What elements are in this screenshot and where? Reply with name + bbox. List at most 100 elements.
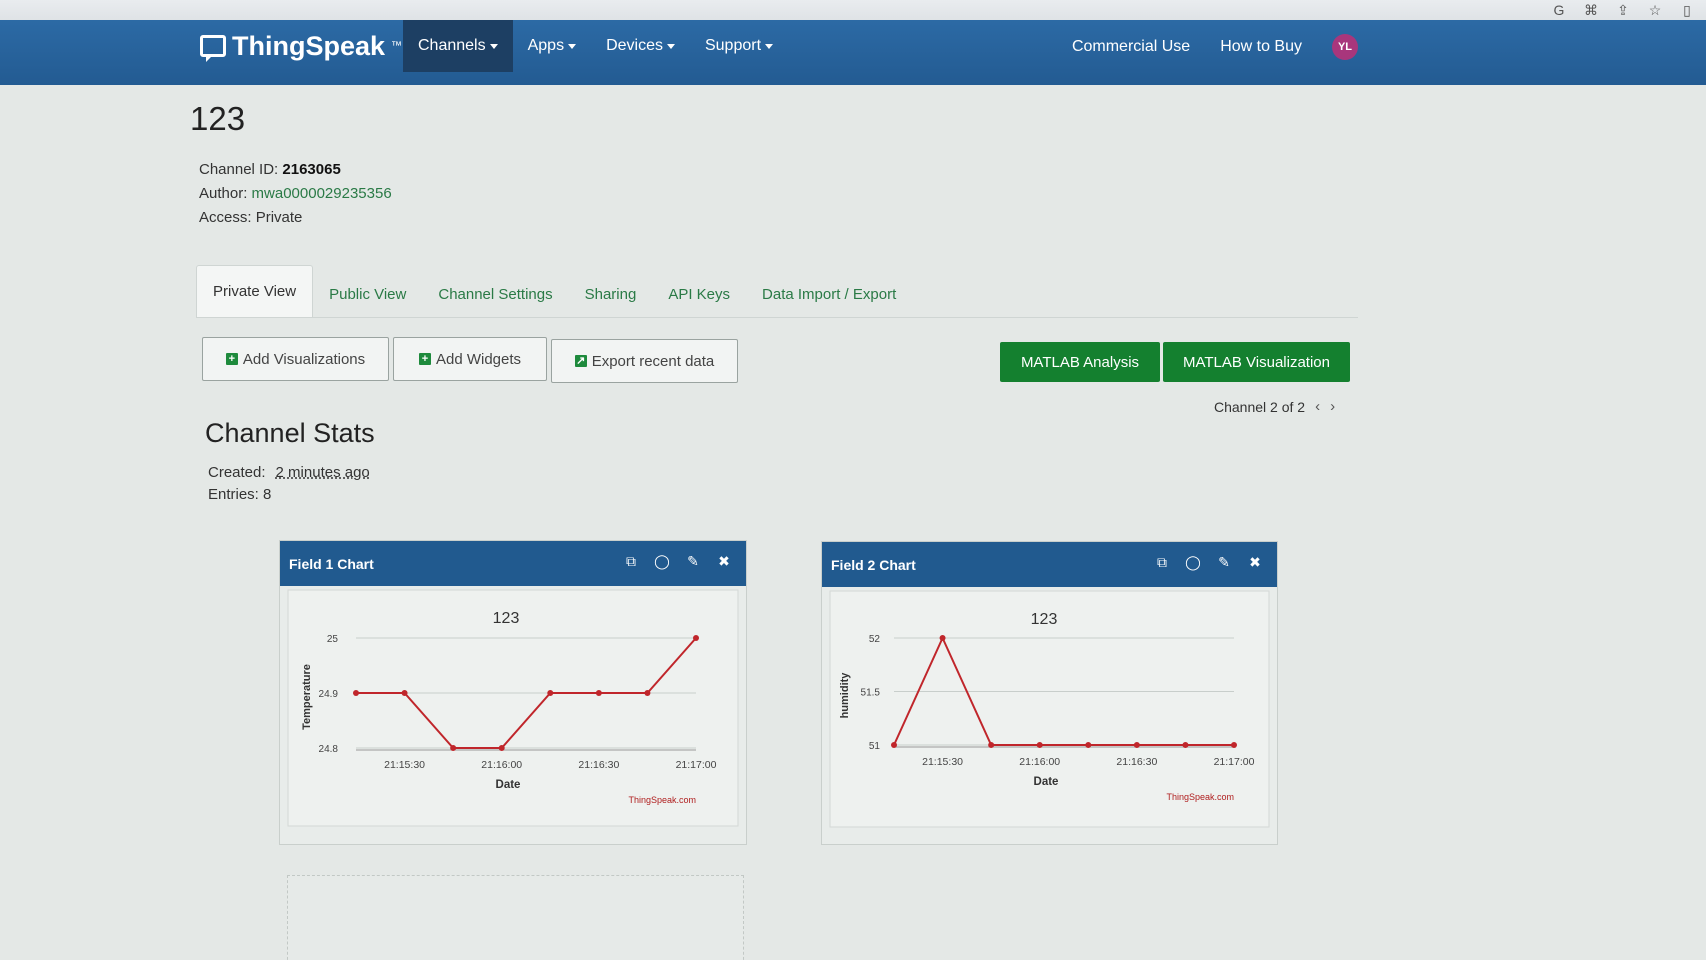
field-1-chart-title: Field 1 Chart [289, 555, 374, 572]
data-point [1036, 742, 1043, 748]
caret-down-icon [666, 43, 675, 49]
field-2-chart-tools: ⧉ ◯ ✎ ✖ [1154, 554, 1263, 571]
y-axis-label: humidity [839, 672, 851, 719]
caret-down-icon [568, 43, 577, 49]
access-row: Access: Private [199, 209, 303, 226]
data-point [401, 690, 408, 696]
brand-logo[interactable]: ThingSpeak ™ [200, 28, 402, 64]
star-icon[interactable]: ☆ [1646, 2, 1664, 19]
top-navbar: ThingSpeak ™ Channels Apps Devices Suppo… [0, 20, 1706, 85]
x-axis-label: Date [1034, 776, 1059, 788]
y-tick-label: 25 [327, 634, 339, 645]
sidebar-icon[interactable]: ▯ [1678, 2, 1696, 19]
caret-down-icon [489, 43, 498, 49]
field-1-chart-plot: 123 24.8 24.9 25 21:15:30 21:16:00 21:16:30 21:… [287, 589, 739, 827]
tab-sharing[interactable]: Sharing [569, 271, 653, 317]
field-1-chart-tools: ⧉ ◯ ✎ ✖ [623, 553, 732, 570]
close-icon[interactable]: ✖ [1247, 554, 1263, 571]
channel-pager: Channel 2 of 2 ‹ › [1214, 398, 1335, 415]
tab-private-view[interactable]: Private View [196, 265, 314, 317]
export-recent-data-button[interactable]: ↗ Export recent data [551, 339, 738, 383]
matlab-visualization-button[interactable]: MATLAB Visualization [1163, 342, 1350, 382]
author-row: Author: mwa0000029235356 [199, 185, 392, 202]
commercial-use-link[interactable]: Commercial Use [1072, 38, 1190, 56]
data-point [1182, 742, 1189, 748]
browser-toolbar: G ⌘ ⇪ ☆ ▯ [0, 0, 1706, 20]
channel-tabs: Private View Public View Channel Setting… [196, 264, 1358, 318]
caret-down-icon [765, 43, 774, 49]
x-tick-label: 21:17:00 [676, 759, 717, 771]
google-icon[interactable]: G [1550, 2, 1568, 19]
tab-api-keys[interactable]: API Keys [652, 271, 746, 317]
how-to-buy-link[interactable]: How to Buy [1220, 38, 1302, 56]
data-point [1133, 742, 1140, 748]
translate-icon[interactable]: ⌘ [1582, 2, 1600, 19]
field-2-chart-plot: 123 51 51.5 52 21:15:30 21:16:00 21:16:30 21:17… [829, 590, 1270, 828]
x-tick-label: 21:15:30 [384, 759, 425, 771]
data-point [450, 745, 457, 751]
nav-devices[interactable]: Devices [591, 20, 690, 72]
chart-title: 123 [1031, 611, 1058, 628]
data-point [498, 745, 505, 751]
x-tick-label: 21:16:00 [1019, 756, 1060, 768]
channel-id: 2163065 [282, 161, 341, 178]
add-widgets-button[interactable]: + Add Widgets [393, 337, 547, 381]
channel-meta: Channel ID: 2163065 Author: mwa000002923… [199, 158, 392, 230]
x-tick-label: 21:16:00 [481, 759, 522, 771]
field-1-chart-card: Field 1 Chart ⧉ ◯ ✎ ✖ 123 24.8 24.9 25 21:15… [279, 540, 747, 845]
tab-data-import-export[interactable]: Data Import / Export [746, 271, 912, 317]
x-axis-label: Date [496, 779, 521, 791]
tab-public-view[interactable]: Public View [313, 271, 422, 317]
author-link[interactable]: mwa0000029235356 [252, 185, 392, 202]
data-point [1085, 742, 1092, 748]
speech-bubble-icon [200, 35, 226, 62]
plus-icon: + [225, 353, 238, 365]
nav-channels[interactable]: Channels [403, 20, 513, 72]
data-point [939, 635, 946, 641]
nav-right: Commercial Use How to Buy YL [1072, 34, 1358, 60]
share-icon[interactable]: ⇪ [1614, 2, 1632, 19]
chevron-left-icon[interactable]: ‹ [1315, 398, 1320, 415]
export-icon: ↗ [574, 354, 587, 367]
data-point [595, 690, 602, 696]
y-tick-label: 51.5 [861, 688, 881, 699]
external-link-icon[interactable]: ⧉ [623, 553, 639, 570]
data-point [644, 690, 651, 696]
x-tick-label: 21:16:30 [578, 759, 619, 771]
pencil-icon[interactable]: ✎ [685, 553, 701, 570]
x-tick-label: 21:16:30 [1116, 756, 1157, 768]
comment-icon[interactable]: ◯ [1185, 554, 1201, 571]
nav-apps[interactable]: Apps [513, 20, 591, 72]
pencil-icon[interactable]: ✎ [1216, 554, 1232, 571]
channel-id-row: Channel ID: 2163065 [199, 161, 341, 178]
tab-channel-settings[interactable]: Channel Settings [422, 271, 568, 317]
y-tick-label: 51 [869, 741, 881, 752]
created-time: 2 minutes ago [275, 464, 370, 481]
data-point [891, 742, 897, 748]
entries-row: Entries: 8 [208, 486, 272, 503]
matlab-analysis-button[interactable]: MATLAB Analysis [1000, 342, 1160, 382]
data-point [547, 690, 554, 696]
access-value: Private [255, 209, 303, 226]
x-tick-label: 21:17:00 [1214, 756, 1255, 768]
browser-icons: G ⌘ ⇪ ☆ ▯ [1550, 2, 1696, 19]
close-icon[interactable]: ✖ [716, 553, 732, 570]
add-visualizations-button[interactable]: + Add Visualizations [202, 337, 389, 381]
data-point [353, 690, 359, 696]
created-row: Created: 2 minutes ago [208, 464, 370, 481]
chevron-right-icon[interactable]: › [1330, 398, 1335, 415]
chart-title: 123 [493, 610, 520, 627]
nav-support[interactable]: Support [690, 20, 788, 72]
avatar[interactable]: YL [1332, 34, 1358, 60]
field-2-chart-title: Field 2 Chart [831, 556, 916, 573]
y-tick-label: 24.8 [319, 744, 339, 755]
comment-icon[interactable]: ◯ [654, 553, 670, 570]
data-point [1231, 742, 1237, 748]
chart-credit: ThingSpeak.com [1166, 792, 1234, 802]
nav-menu: Channels Apps Devices Support [403, 20, 788, 72]
brand-name: ThingSpeak [232, 30, 386, 61]
x-tick-label: 21:15:30 [922, 756, 963, 768]
channel-stats: Created: 2 minutes ago Entries: 8 [208, 462, 370, 506]
trademark: ™ [391, 40, 403, 52]
external-link-icon[interactable]: ⧉ [1154, 554, 1170, 571]
